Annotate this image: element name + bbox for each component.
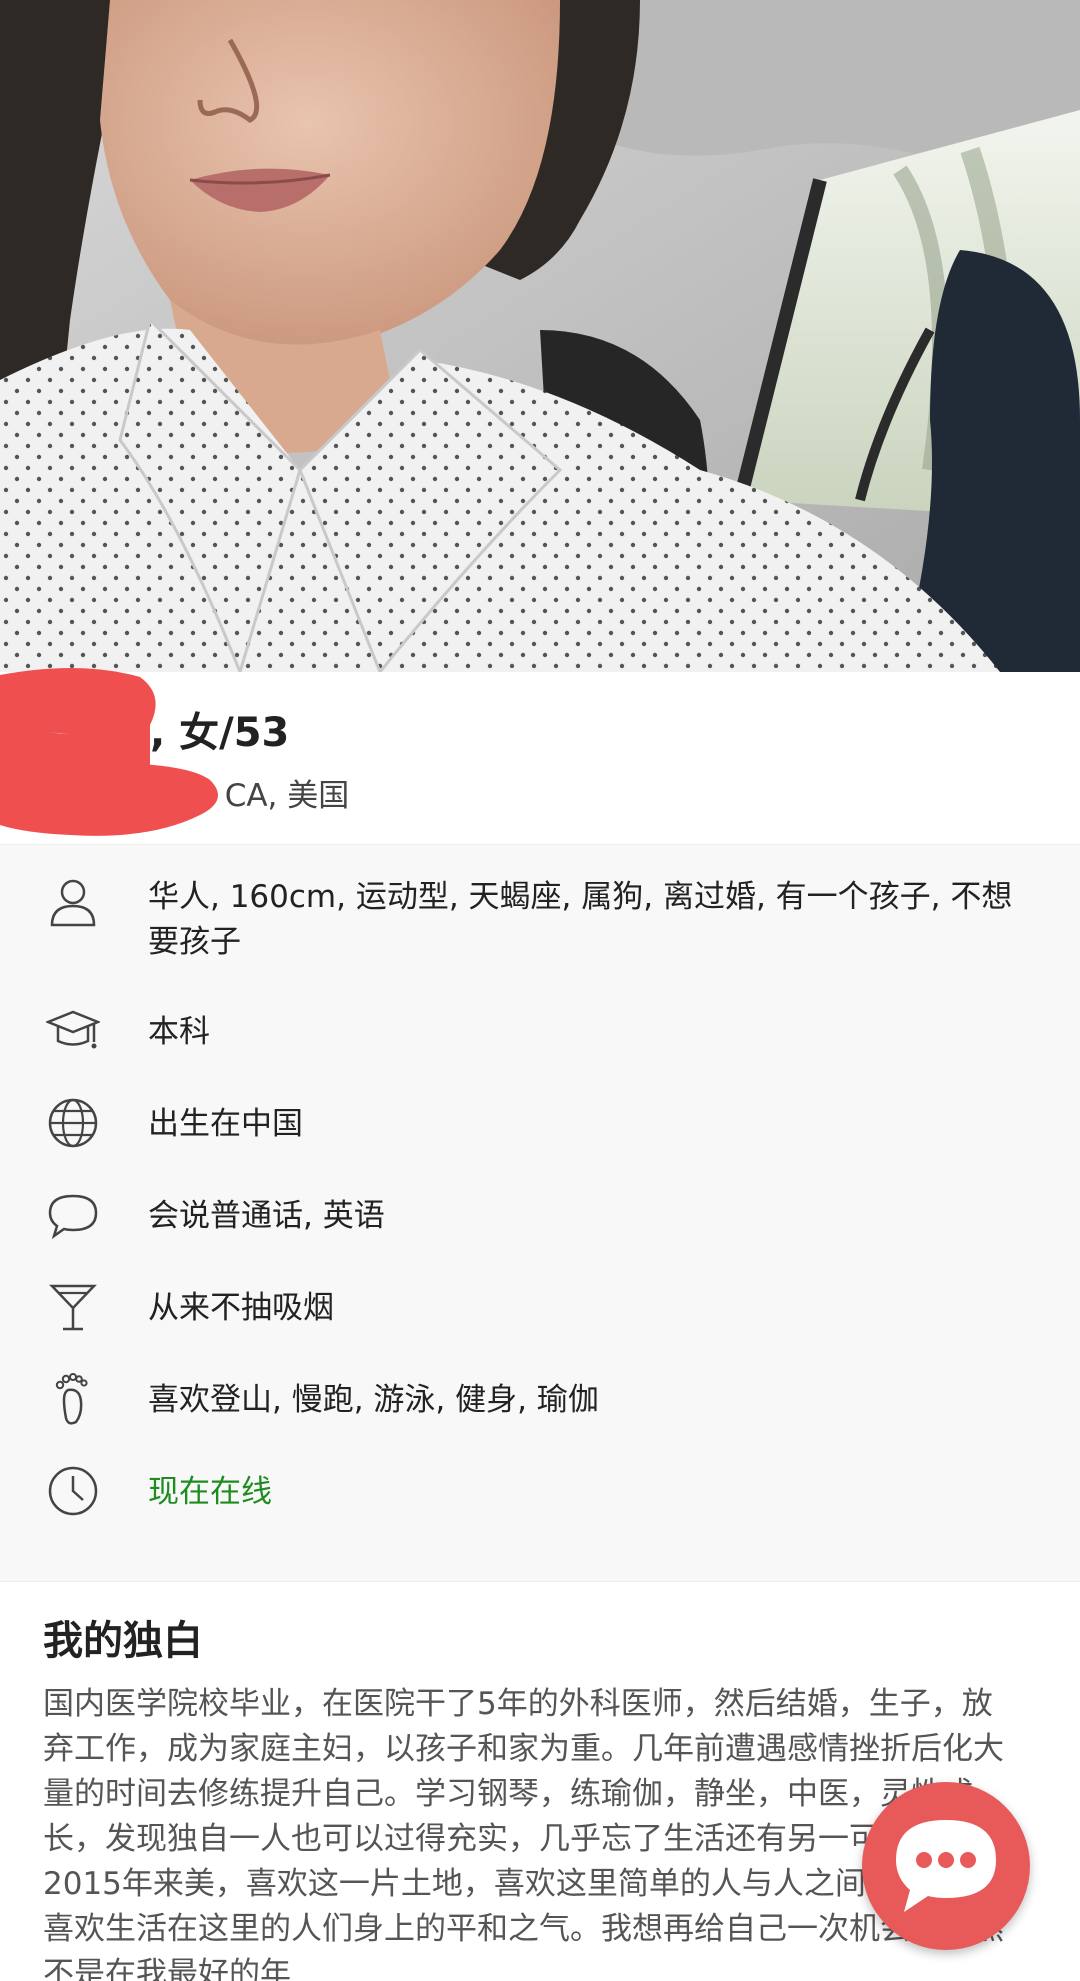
detail-education-text: 本科 <box>148 1014 210 1050</box>
profile-page: , 女/53 , CA, 美国 华人, 160cm, 运动型, 天蝎座, 属狗,… <box>0 0 1080 1981</box>
chat-button[interactable] <box>862 1782 1030 1950</box>
redaction-scribble <box>0 667 218 836</box>
profile-photo[interactable] <box>0 0 1080 672</box>
footprint-icon <box>46 1372 100 1426</box>
cocktail-glass-icon <box>46 1280 100 1334</box>
detail-hobbies-text: 喜欢登山, 慢跑, 游泳, 健身, 瑜伽 <box>148 1382 599 1418</box>
profile-photo-image <box>0 0 1080 672</box>
clock-icon <box>46 1464 100 1518</box>
person-icon <box>46 875 100 929</box>
speech-bubble-icon <box>46 1188 100 1242</box>
profile-details: 华人, 160cm, 运动型, 天蝎座, 属狗, 离过婚, 有一个孩子, 不想要… <box>0 844 1080 1582</box>
detail-languages-text: 会说普通话, 英语 <box>148 1198 385 1234</box>
globe-icon <box>46 1096 100 1150</box>
detail-basics-text: 华人, 160cm, 运动型, 天蝎座, 属狗, 离过婚, 有一个孩子, 不想要… <box>148 879 1013 960</box>
graduation-cap-icon <box>46 1004 100 1058</box>
detail-birthplace-text: 出生在中国 <box>148 1106 303 1142</box>
detail-smoking-text: 从来不抽吸烟 <box>148 1290 334 1326</box>
monologue-title: 我的独白 <box>43 1618 203 1664</box>
chat-bubble-icon <box>896 1820 996 1912</box>
online-status-text: 现在在线 <box>148 1474 272 1510</box>
